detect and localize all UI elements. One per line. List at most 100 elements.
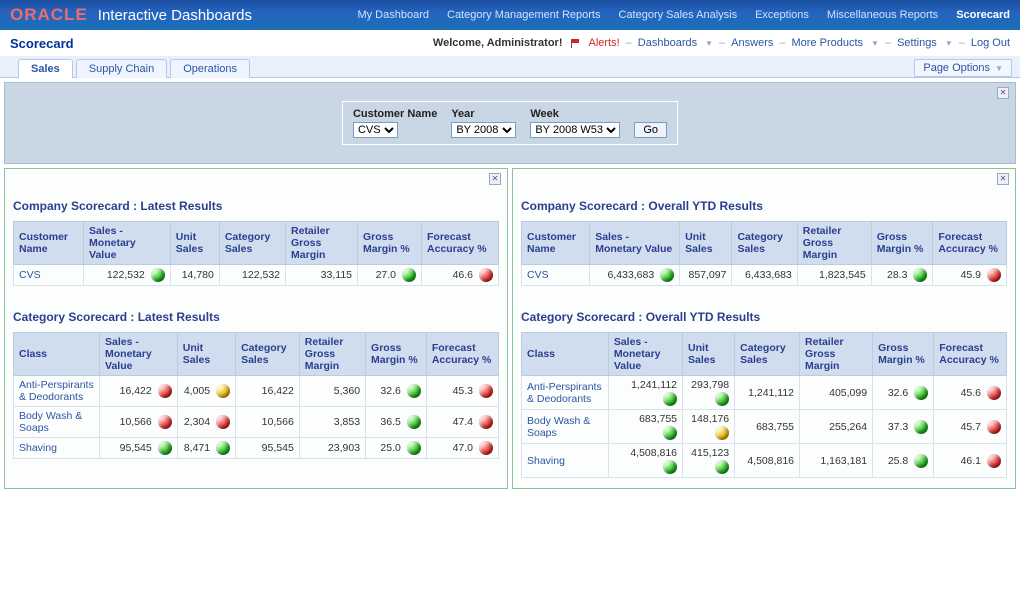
tab-sales[interactable]: Sales [18,59,73,78]
alerts-link[interactable]: Alerts! [588,37,619,49]
cell-fa: 47.0 [426,438,498,459]
week-select[interactable]: BY 2008 W53 [530,122,620,138]
cell-rgm: 5,360 [299,376,365,407]
collapse-toggle-icon[interactable]: ✕ [489,173,501,185]
table-row: CVS122,53214,780122,53233,11527.046.6 [14,265,499,286]
company-scorecard-table: Customer NameSales - Monetary ValueUnit … [13,221,499,286]
cell-unit: 14,780 [170,265,219,286]
cell-class[interactable]: Body Wash & Soaps [522,410,609,444]
category-scorecard-table: ClassSales - Monetary ValueUnit SalesCat… [521,332,1007,478]
col-header: Retailer Gross Margin [286,222,358,265]
col-header: Unit Sales [177,333,235,376]
customer-select[interactable]: CVS [353,122,398,138]
col-header: Forecast Accuracy % [933,222,1007,265]
caret-icon: ▼ [995,64,1003,73]
top-nav: My Dashboard Category Management Reports C… [357,9,1010,21]
welcome-text: Welcome, Administrator! [433,37,563,49]
col-header: Class [14,333,100,376]
topnav-item[interactable]: Category Management Reports [447,9,600,21]
logout-link[interactable]: Log Out [971,37,1010,49]
cell-fa: 47.4 [426,407,498,438]
topnav-item[interactable]: Category Sales Analysis [618,9,737,21]
answers-link[interactable]: Answers [731,37,773,49]
cell-unit: 857,097 [680,265,732,286]
dashboards-link[interactable]: Dashboards [638,37,697,49]
more-products-link[interactable]: More Products [791,37,863,49]
cell-smv: 1,241,112 [608,376,682,410]
cell-class[interactable]: Anti-Perspirants & Deodorants [522,376,609,410]
settings-link[interactable]: Settings [897,37,937,49]
cell-cat: 4,508,816 [735,444,800,478]
status-indicator-icon [151,268,165,282]
col-header: Gross Margin % [873,333,934,376]
topnav-item[interactable]: My Dashboard [357,9,429,21]
status-indicator-icon [987,386,1001,400]
table-row: Anti-Perspirants & Deodorants16,4224,005… [14,376,499,407]
cell-class[interactable]: Shaving [14,438,100,459]
status-indicator-icon [479,268,493,282]
col-header: Customer Name [522,222,590,265]
cell-gmp: 36.5 [366,407,427,438]
status-indicator-icon [158,415,172,429]
cell-gmp: 27.0 [358,265,422,286]
left-panel: ✕ Company Scorecard : Latest Results Cus… [4,168,508,489]
section-title: Category Scorecard : Overall YTD Results [521,310,1007,324]
cell-rgm: 405,099 [800,376,873,410]
status-indicator-icon [407,415,421,429]
collapse-toggle-icon[interactable]: ✕ [997,173,1009,185]
col-header: Sales - Monetary Value [608,333,682,376]
status-indicator-icon [216,441,230,455]
filter-label-week: Week [530,108,559,122]
col-header: Unit Sales [170,222,219,265]
col-header: Forecast Accuracy % [422,222,499,265]
cell-gmp: 25.0 [366,438,427,459]
header-links: Alerts! – Dashboards▼ – Answers – More P… [570,37,1010,49]
page-options-button[interactable]: Page Options ▼ [914,59,1012,77]
cell-smv: 16,422 [100,376,178,407]
cell-fa: 45.9 [933,265,1007,286]
tab-supply-chain[interactable]: Supply Chain [76,59,167,78]
cell-smv: 683,755 [608,410,682,444]
status-indicator-icon [216,384,230,398]
cell-gmp: 25.8 [873,444,934,478]
status-indicator-icon [407,384,421,398]
section-title: Company Scorecard : Overall YTD Results [521,199,1007,213]
status-indicator-icon [663,426,677,440]
col-header: Gross Margin % [358,222,422,265]
status-indicator-icon [663,460,677,474]
year-select[interactable]: BY 2008 [451,122,516,138]
table-row: Body Wash & Soaps10,5662,30410,5663,8533… [14,407,499,438]
topnav-item[interactable]: Scorecard [956,9,1010,21]
status-indicator-icon [987,268,1001,282]
cell-unit: 8,471 [177,438,235,459]
cell-unit: 4,005 [177,376,235,407]
topnav-item[interactable]: Miscellaneous Reports [827,9,938,21]
cell-smv: 10,566 [100,407,178,438]
cell-smv: 95,545 [100,438,178,459]
page-title: Scorecard [10,36,74,51]
filter-bar: ✕ Customer Name CVS Year BY 2008 Week BY… [4,82,1016,164]
tab-operations[interactable]: Operations [170,59,250,78]
tab-bar: SalesSupply ChainOperations Page Options… [0,56,1020,78]
cell-class[interactable]: Anti-Perspirants & Deodorants [14,376,100,407]
status-indicator-icon [158,384,172,398]
cell-class[interactable]: Shaving [522,444,609,478]
go-button[interactable]: Go [634,122,667,138]
cell-rgm: 33,115 [286,265,358,286]
topnav-item[interactable]: Exceptions [755,9,809,21]
col-header: Retailer Gross Margin [800,333,873,376]
status-indicator-icon [479,384,493,398]
col-header: Unit Sales [683,333,735,376]
cell-class[interactable]: Body Wash & Soaps [14,407,100,438]
col-header: Sales - Monetary Value [590,222,680,265]
cell-smv: 122,532 [84,265,171,286]
cell-rgm: 1,163,181 [800,444,873,478]
cell-rgm: 23,903 [299,438,365,459]
col-header: Gross Margin % [366,333,427,376]
status-indicator-icon [407,441,421,455]
status-indicator-icon [479,441,493,455]
cell-gmp: 32.6 [873,376,934,410]
collapse-toggle-icon[interactable]: ✕ [997,87,1009,99]
table-row: Anti-Perspirants & Deodorants1,241,11229… [522,376,1007,410]
col-header: Class [522,333,609,376]
